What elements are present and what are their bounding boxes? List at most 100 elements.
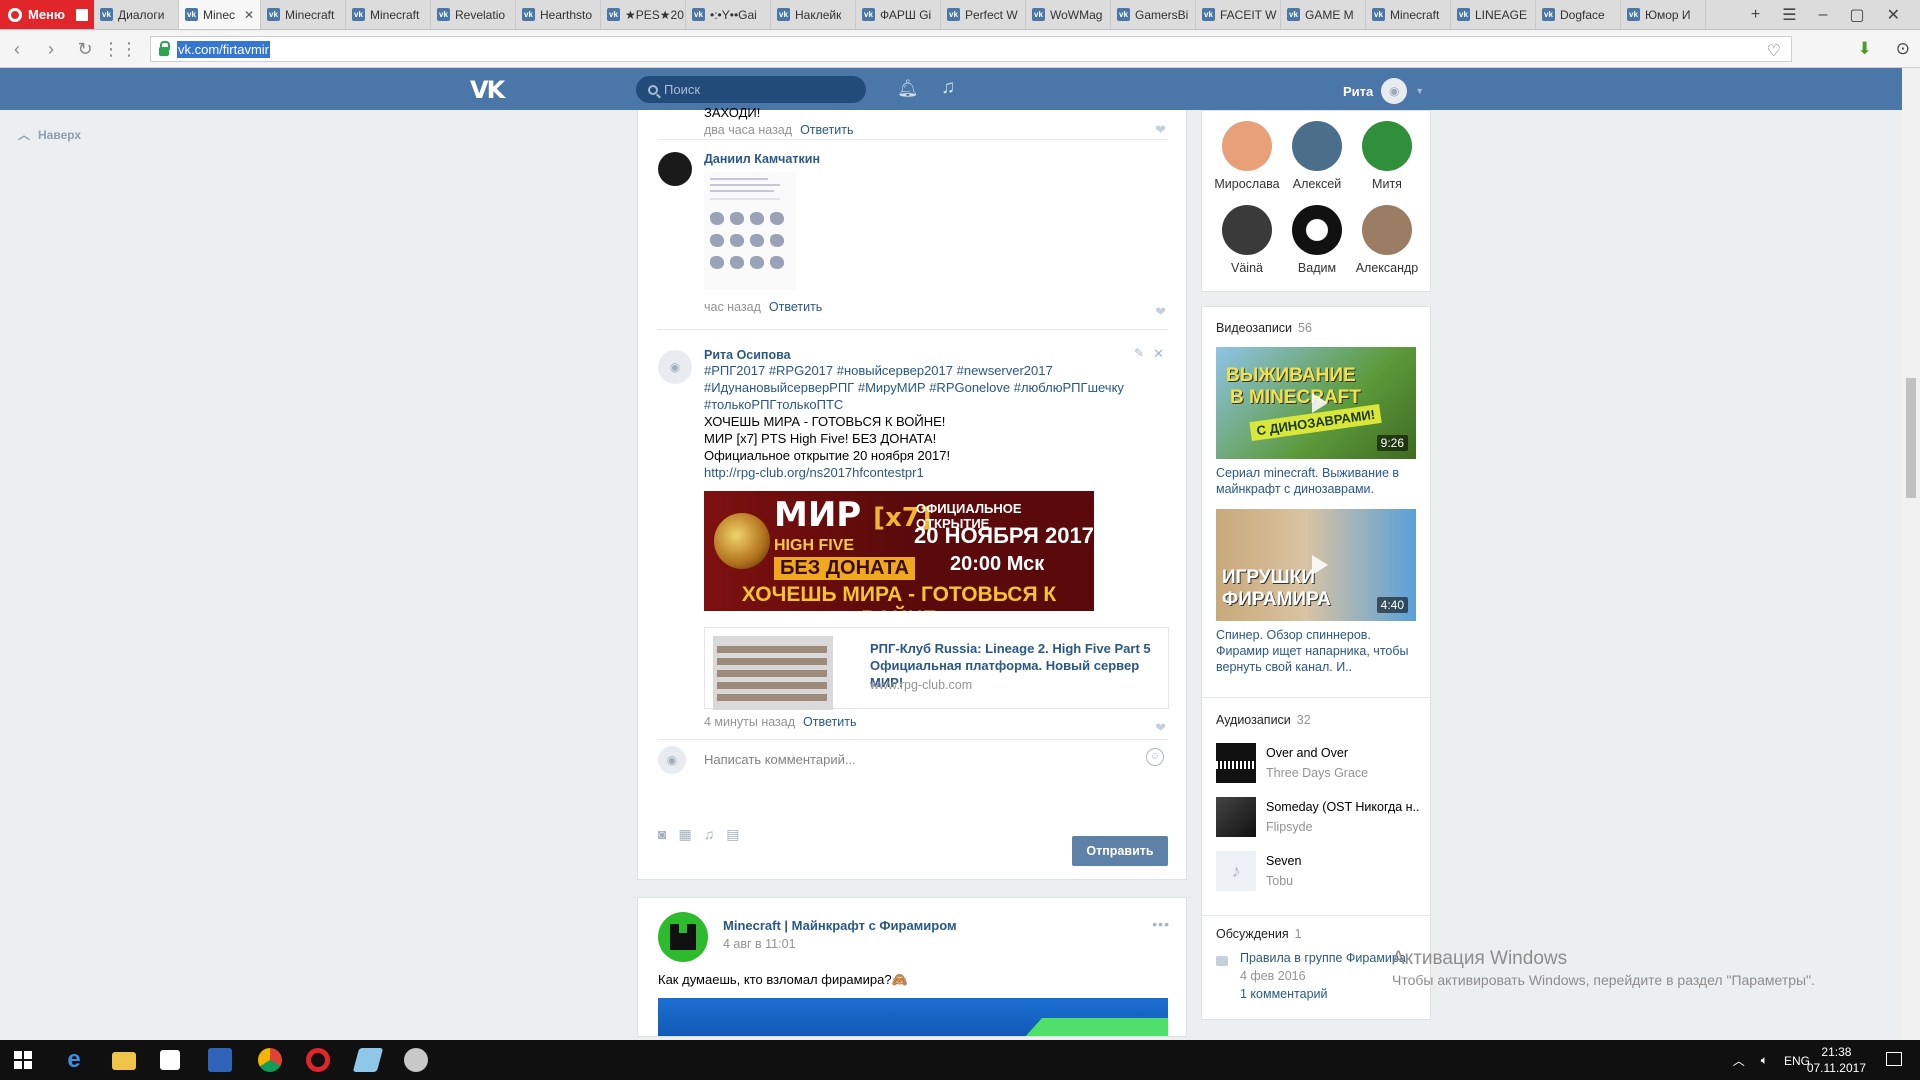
audio-artist[interactable]: Tobu	[1266, 874, 1293, 888]
group-avatar[interactable]	[658, 912, 708, 962]
discussion-comments[interactable]: 1 комментарий	[1240, 987, 1418, 1001]
edit-pencil-icon[interactable]: ✎	[1134, 346, 1144, 360]
tab-15[interactable]: vk Minecraft	[1366, 0, 1451, 29]
maximize-icon[interactable]: ▢	[1849, 5, 1864, 25]
tab-4[interactable]: vk Revelatio	[431, 0, 516, 29]
tab-7[interactable]: vk •:•Y••Gai	[686, 0, 771, 29]
like-heart-icon[interactable]: ❤	[1155, 720, 1166, 736]
tab-17[interactable]: vk Dogface	[1536, 0, 1621, 29]
bookmark-heart-icon[interactable]: ♡	[1767, 41, 1781, 61]
back-icon[interactable]: ‹	[0, 39, 34, 60]
speed-dial-icon[interactable]: ⋮⋮	[102, 39, 138, 60]
tab-10[interactable]: vk Perfect W	[941, 0, 1026, 29]
reply-link[interactable]: Ответить	[769, 300, 822, 314]
discussion-item[interactable]: Правила в группе Фирамира 4 фев 2016 1 к…	[1216, 951, 1418, 1001]
reply-link[interactable]: Ответить	[803, 715, 856, 729]
close-window-icon[interactable]: ✕	[1887, 5, 1900, 25]
url-field[interactable]: vk.com/firtavmir ♡	[150, 36, 1792, 62]
tab-3[interactable]: vk Minecraft	[346, 0, 431, 29]
tab-menu-icon[interactable]: ☰	[1782, 5, 1796, 25]
music-note-icon[interactable]: ♫	[704, 826, 715, 843]
tab-11[interactable]: vk WoWMag	[1026, 0, 1111, 29]
tab-16[interactable]: vk LINEAGE	[1451, 0, 1536, 29]
minimize-icon[interactable]: –	[1819, 6, 1828, 24]
hashtags-line[interactable]: #толькоРПГтолькоПТС	[704, 396, 1168, 413]
scroll-thumb[interactable]	[1906, 378, 1916, 498]
tab-13[interactable]: vk FACEIT W	[1196, 0, 1281, 29]
friend-item[interactable]: Митя	[1352, 121, 1422, 191]
friend-item[interactable]: Алексей	[1282, 121, 1352, 191]
tab-14[interactable]: vk GAME M	[1281, 0, 1366, 29]
comment-time[interactable]: два часа назад	[704, 123, 792, 137]
tab-1-active[interactable]: vk Minec ✕	[179, 0, 261, 29]
video-title[interactable]: Сериал minecraft. Выживание в майнкрафт …	[1216, 465, 1418, 497]
tab-2[interactable]: vk Minecraft	[261, 0, 346, 29]
sticker-promo-image[interactable]	[704, 172, 796, 290]
search-input[interactable]: Поиск	[636, 76, 866, 103]
reload-icon[interactable]: ↻	[68, 39, 102, 60]
user-menu[interactable]: Рита ◉ ▼	[1343, 78, 1424, 104]
opera-taskbar-icon[interactable]	[306, 1048, 330, 1072]
paint-icon[interactable]	[404, 1048, 428, 1072]
tab-9[interactable]: vk ФАРШ Gi	[856, 0, 941, 29]
page-scrollbar[interactable]	[1902, 68, 1920, 1040]
url-text[interactable]: vk.com/firtavmir	[177, 40, 270, 58]
reply-link[interactable]: Ответить	[800, 123, 853, 137]
comment-time[interactable]: час назад	[704, 300, 761, 314]
chrome-icon[interactable]	[258, 1048, 282, 1072]
file-explorer-icon[interactable]	[112, 1052, 136, 1070]
post-date[interactable]: 4 авг в 11:01	[723, 937, 796, 951]
friend-item[interactable]: Александр	[1352, 205, 1422, 275]
link-preview-card[interactable]: РПГ-Клуб Russia: Lineage 2. High Five Pa…	[704, 627, 1169, 710]
download-icon[interactable]: ⊙	[1896, 39, 1910, 59]
back-to-top[interactable]: ︿ Наверх	[18, 126, 81, 143]
video-thumbnail[interactable]: ВЫЖИВАНИЕ В MINECRAFT С ДИНОЗАВРАМИ! 9:2…	[1216, 347, 1416, 459]
camera-icon[interactable]: ◙	[658, 826, 666, 843]
camera-avatar-icon[interactable]: ◉	[658, 350, 692, 384]
friend-item[interactable]: Вадим	[1282, 205, 1352, 275]
tab-18[interactable]: vk Юмор И	[1621, 0, 1706, 29]
forward-icon[interactable]: ›	[34, 39, 68, 60]
avatar[interactable]	[658, 152, 692, 186]
tab-5[interactable]: vk Hearthsto	[516, 0, 601, 29]
hashtags-line[interactable]: #ИдунановыйсерверРПГ #МируМИР #RPGonelov…	[704, 379, 1168, 396]
edge-browser-icon[interactable]: e	[62, 1048, 86, 1072]
tab-12[interactable]: vk GamersBi	[1111, 0, 1196, 29]
comment-time[interactable]: 4 минуты назад	[704, 715, 795, 729]
video-title[interactable]: Спинер. Обзор спиннеров. Фирамир ищет на…	[1216, 627, 1418, 675]
new-tab-icon[interactable]: +	[1751, 6, 1760, 24]
store-icon[interactable]	[160, 1050, 180, 1070]
server-banner-image[interactable]: МИР [x7] HIGH FIVE БЕЗ ДОНАТА ОФИЦИАЛЬНО…	[704, 491, 1094, 611]
comment-author[interactable]: Даниил Камчаткин	[704, 152, 1168, 166]
like-heart-icon[interactable]: ❤	[1155, 304, 1166, 320]
save-disk-icon[interactable]	[208, 1048, 232, 1072]
chevron-up-icon[interactable]: ︿	[1733, 1052, 1745, 1069]
vk-logo-icon[interactable]: VK	[470, 76, 505, 104]
volume-icon[interactable]: 🔈︎	[1761, 1053, 1768, 1068]
document-icon[interactable]: ▤	[726, 826, 739, 843]
audio-artist[interactable]: Flipsyde	[1266, 820, 1313, 834]
comment-input[interactable]: Написать комментарий...	[704, 752, 856, 767]
like-heart-icon[interactable]: ❤	[1155, 122, 1166, 138]
friend-item[interactable]: Väinä	[1212, 205, 1282, 275]
audio-header[interactable]: Аудиозаписи 32	[1216, 713, 1418, 727]
audio-item[interactable]: ♪ Seven Tobu	[1216, 851, 1418, 905]
opera-menu-button[interactable]: Меню	[0, 0, 94, 29]
hashtags-line[interactable]: #РПГ2017 #RPG2017 #новыйсервер2017 #news…	[704, 362, 1168, 379]
windows-start-icon[interactable]	[14, 1051, 32, 1069]
extension-icon[interactable]: ⬇	[1858, 39, 1872, 59]
video-film-icon[interactable]: ▦	[678, 826, 691, 843]
tab-0[interactable]: vk Диалоги	[94, 0, 179, 29]
emoji-smile-icon[interactable]: ☺	[1146, 748, 1164, 766]
video-thumbnail[interactable]: ИГРУШКИ ФИРАМИРА 4:40	[1216, 509, 1416, 621]
music-icon[interactable]: ♫	[941, 77, 955, 99]
discussions-header[interactable]: Обсуждения 1	[1216, 927, 1418, 941]
post-image[interactable]	[658, 998, 1168, 1036]
clock[interactable]: 21:38 07.11.2017	[1807, 1044, 1866, 1076]
comment-author[interactable]: Рита Осипова	[704, 348, 1168, 362]
audio-item[interactable]: Over and Over Three Days Grace	[1216, 743, 1418, 797]
more-dots-icon[interactable]: •••	[1152, 916, 1170, 932]
close-icon[interactable]: ✕	[1153, 346, 1164, 362]
audio-artist[interactable]: Three Days Grace	[1266, 766, 1368, 780]
friend-item[interactable]: Мирослава	[1212, 121, 1282, 191]
